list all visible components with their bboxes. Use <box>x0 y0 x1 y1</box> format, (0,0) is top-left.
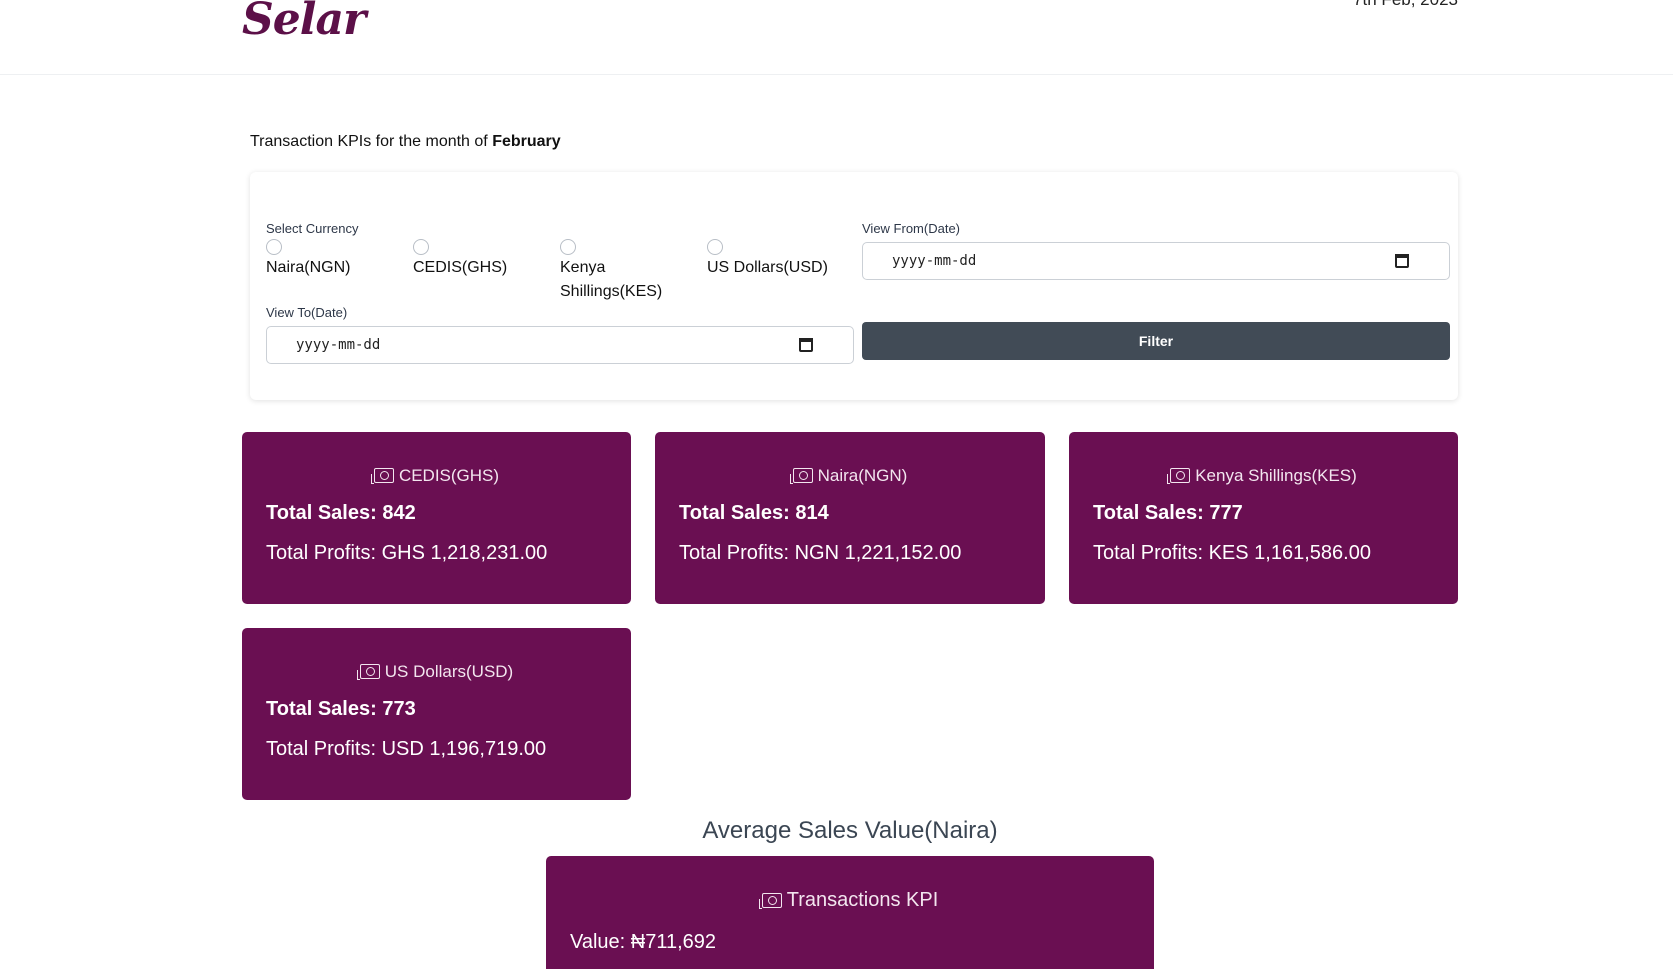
calendar-icon[interactable] <box>1395 254 1409 268</box>
kpi-card-title: Kenya Shillings(KES) <box>1069 466 1458 486</box>
money-icon <box>1167 468 1191 484</box>
money-icon <box>758 893 782 909</box>
transactions-kpi-title: Transactions KPI <box>546 889 1154 912</box>
page-heading: Transaction KPIs for the month of Februa… <box>250 133 561 151</box>
kpi-card-title-text: US Dollars(USD) <box>384 662 514 681</box>
kpi-total-sales: Total Sales: 777 <box>1093 502 1243 524</box>
kpi-total-profits: Total Profits: KES 1,161,586.00 <box>1093 542 1371 564</box>
kpi-card-usd: US Dollars(USD) Total Sales: 773 Total P… <box>242 628 631 800</box>
transactions-kpi-title-text: Transactions KPI <box>786 889 939 911</box>
average-value: Value: ₦711,692 <box>570 931 717 953</box>
money-icon <box>789 468 813 484</box>
kpi-card-title: US Dollars(USD) <box>242 662 631 682</box>
average-sales-title: Average Sales Value(Naira) <box>702 817 998 844</box>
kpi-total-profits: Total Profits: USD 1,196,719.00 <box>266 738 547 760</box>
kpi-card-title-text: Kenya Shillings(KES) <box>1195 466 1357 485</box>
filter-card: Select Currency Naira(NGN) CEDIS(GHS) Ke… <box>250 172 1458 400</box>
view-from-placeholder: yyyy-mm-dd <box>892 253 977 269</box>
calendar-icon[interactable] <box>799 338 813 352</box>
kpi-total-profits: Total Profits: GHS 1,218,231.00 <box>266 542 548 564</box>
radio-usd[interactable] <box>707 239 723 255</box>
heading-month: February <box>492 133 561 150</box>
view-from-label: View From(Date) <box>862 221 961 236</box>
radio-kes-label: Kenya Shillings(KES) <box>560 259 663 300</box>
kpi-total-sales: Total Sales: 773 <box>266 698 416 720</box>
kpi-card-kes: Kenya Shillings(KES) Total Sales: 777 To… <box>1069 432 1458 604</box>
filter-button[interactable]: Filter <box>862 322 1450 360</box>
radio-ghs-label: CEDIS(GHS) <box>413 259 508 276</box>
kpi-total-sales: Total Sales: 814 <box>679 502 829 524</box>
kpi-card-ghs: CEDIS(GHS) Total Sales: 842 Total Profit… <box>242 432 631 604</box>
transactions-kpi-card: Transactions KPI Value: ₦711,692 <box>546 856 1154 969</box>
top-bar: Selar 7th Feb, 2023 <box>0 0 1673 75</box>
money-icon <box>356 664 380 680</box>
selar-logo[interactable]: Selar <box>242 0 366 45</box>
kpi-card-title-text: Naira(NGN) <box>817 466 908 485</box>
kpi-card-title: CEDIS(GHS) <box>242 466 631 486</box>
view-to-placeholder: yyyy-mm-dd <box>296 337 381 353</box>
view-to-date-input[interactable]: yyyy-mm-dd <box>266 326 854 364</box>
radio-ghs[interactable] <box>413 239 429 255</box>
select-currency-label: Select Currency <box>266 221 359 236</box>
view-from-date-input[interactable]: yyyy-mm-dd <box>862 242 1450 280</box>
radio-kes[interactable] <box>560 239 576 255</box>
radio-ngn[interactable] <box>266 239 282 255</box>
radio-usd-label: US Dollars(USD) <box>707 259 828 276</box>
header-date: 7th Feb, 2023 <box>1353 0 1458 10</box>
kpi-card-title-text: CEDIS(GHS) <box>398 466 500 485</box>
view-to-label: View To(Date) <box>266 305 348 320</box>
radio-ngn-label: Naira(NGN) <box>266 259 351 276</box>
kpi-total-profits: Total Profits: NGN 1,221,152.00 <box>679 542 962 564</box>
kpi-card-title: Naira(NGN) <box>655 466 1045 486</box>
kpi-card-ngn: Naira(NGN) Total Sales: 814 Total Profit… <box>655 432 1045 604</box>
kpi-total-sales: Total Sales: 842 <box>266 502 416 524</box>
heading-prefix: Transaction KPIs for the month of <box>250 133 488 150</box>
money-icon <box>370 468 394 484</box>
